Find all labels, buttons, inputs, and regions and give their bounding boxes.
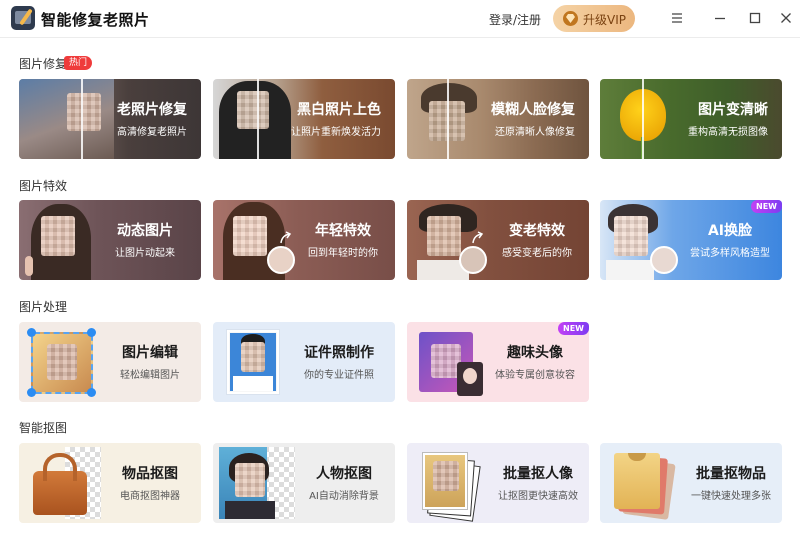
bag-handle-shape <box>43 453 77 481</box>
blurred-face-image <box>614 216 648 256</box>
card-subtitle: 电商抠图神器 <box>120 491 180 502</box>
handle-icon <box>27 388 36 397</box>
card-subtitle: 还原清晰人像修复 <box>495 127 575 138</box>
card-subtitle: 体验专属创意妆容 <box>495 370 575 381</box>
card-dynamic-photo[interactable]: 动态图片 让图片动起来 <box>19 200 201 280</box>
maximize-icon[interactable] <box>745 8 765 28</box>
app-logo-icon <box>11 6 35 30</box>
card-title: 黑白照片上色 <box>297 102 381 118</box>
section-label-photo-repair: 图片修复 <box>19 57 68 71</box>
card-subtitle: 让照片重新焕发活力 <box>291 127 381 138</box>
hand-shape <box>25 256 33 276</box>
upgrade-vip-button[interactable]: 升级VIP <box>553 5 635 32</box>
card-title: 模糊人脸修复 <box>491 102 575 118</box>
card-photo-edit[interactable]: 图片编辑 轻松编辑图片 <box>19 322 201 402</box>
face-shape <box>463 368 477 384</box>
before-after-divider <box>447 79 449 159</box>
card-fun-avatar[interactable]: 趣味头像 体验专属创意妆容 NEW <box>407 322 589 402</box>
close-icon[interactable] <box>776 8 796 28</box>
card-id-photo[interactable]: 证件照制作 你的专业证件照 <box>213 322 395 402</box>
arrow-icon <box>472 231 484 244</box>
shirt-shape <box>233 376 273 391</box>
card-title: 批量抠人像 <box>503 466 573 482</box>
blurred-face-image <box>241 342 265 372</box>
blurred-face-image <box>235 463 265 497</box>
card-title: AI换脸 <box>707 223 753 239</box>
card-title: 变老特效 <box>509 223 565 239</box>
card-object-cutout[interactable]: 物品抠图 电商抠图神器 <box>19 443 201 523</box>
card-subtitle: 感受变老后的你 <box>502 248 572 259</box>
before-after-divider <box>81 79 83 159</box>
result-thumbnail <box>267 246 295 274</box>
card-subtitle: 尝试多样风格造型 <box>690 248 770 259</box>
card-title: 图片变清晰 <box>698 102 768 118</box>
blurred-face-image <box>433 461 459 491</box>
card-subtitle: 让图片动起来 <box>115 248 175 259</box>
card-younger-effect[interactable]: 年轻特效 回到年轻时的你 <box>213 200 395 280</box>
blurred-face-image <box>427 216 461 256</box>
card-subtitle: 你的专业证件照 <box>304 370 374 381</box>
minimize-icon[interactable] <box>710 8 730 28</box>
handle-icon <box>87 388 96 397</box>
login-register-link[interactable]: 登录/注册 <box>489 11 541 28</box>
card-subtitle: 回到年轻时的你 <box>308 248 378 259</box>
card-batch-portrait-cutout[interactable]: 批量抠人像 让抠图更快速高效 <box>407 443 589 523</box>
card-subtitle: 重构高清无损图像 <box>688 127 768 138</box>
blurred-face-image <box>233 216 267 256</box>
clothing-item-image <box>614 453 660 509</box>
card-subtitle: 让抠图更快速高效 <box>498 491 578 502</box>
section-label-smart-cutout: 智能抠图 <box>19 421 68 435</box>
menu-icon[interactable] <box>667 8 687 28</box>
arrow-icon <box>280 231 292 244</box>
dress-shape <box>606 260 654 280</box>
new-badge: NEW <box>558 322 589 335</box>
card-ai-face-swap[interactable]: AI换脸 尝试多样风格造型 NEW <box>600 200 782 280</box>
section-label-photo-processing: 图片处理 <box>19 300 68 314</box>
card-blurry-face-repair[interactable]: 模糊人脸修复 还原清晰人像修复 <box>407 79 589 159</box>
card-older-effect[interactable]: 变老特效 感受变老后的你 <box>407 200 589 280</box>
blurred-face-image <box>41 216 75 256</box>
card-subtitle: 一键快速处理多张 <box>691 491 771 502</box>
card-subtitle: AI自动消除背景 <box>309 491 379 502</box>
blurred-face-image <box>47 344 77 380</box>
blurred-face-image <box>237 91 269 129</box>
card-title: 年轻特效 <box>315 223 371 239</box>
card-title: 动态图片 <box>117 223 173 239</box>
title-bar: 智能修复老照片 登录/注册 升级VIP <box>0 0 800 38</box>
result-thumbnail <box>650 246 678 274</box>
before-after-divider <box>642 79 644 159</box>
upgrade-vip-label: 升级VIP <box>583 13 626 27</box>
blurred-face-image <box>67 93 101 131</box>
card-title: 批量抠物品 <box>696 466 766 482</box>
before-after-divider <box>257 79 259 159</box>
card-title: 人物抠图 <box>316 466 372 482</box>
diamond-icon <box>563 11 578 26</box>
handle-icon <box>87 328 96 337</box>
card-subtitle: 轻松编辑图片 <box>120 370 180 381</box>
card-title: 证件照制作 <box>304 345 374 361</box>
handle-icon <box>27 328 36 337</box>
card-image-enhance[interactable]: 图片变清晰 重构高清无损图像 <box>600 79 782 159</box>
card-batch-object-cutout[interactable]: 批量抠物品 一键快速处理多张 <box>600 443 782 523</box>
app-title: 智能修复老照片 <box>41 11 150 29</box>
new-badge: NEW <box>751 200 782 213</box>
hot-badge: 热门 <box>64 56 93 70</box>
section-label-photo-effects: 图片特效 <box>19 179 68 193</box>
card-subtitle: 高清修复老照片 <box>117 127 187 138</box>
card-title: 趣味头像 <box>507 345 563 361</box>
card-title: 老照片修复 <box>117 102 187 118</box>
shirt-shape <box>225 501 275 519</box>
card-title: 物品抠图 <box>122 466 178 482</box>
card-person-cutout[interactable]: 人物抠图 AI自动消除背景 <box>213 443 395 523</box>
card-colorize-bw[interactable]: 黑白照片上色 让照片重新焕发活力 <box>213 79 395 159</box>
card-title: 图片编辑 <box>122 345 178 361</box>
result-thumbnail <box>459 246 487 274</box>
card-old-photo-repair[interactable]: 老照片修复 高清修复老照片 <box>19 79 201 159</box>
